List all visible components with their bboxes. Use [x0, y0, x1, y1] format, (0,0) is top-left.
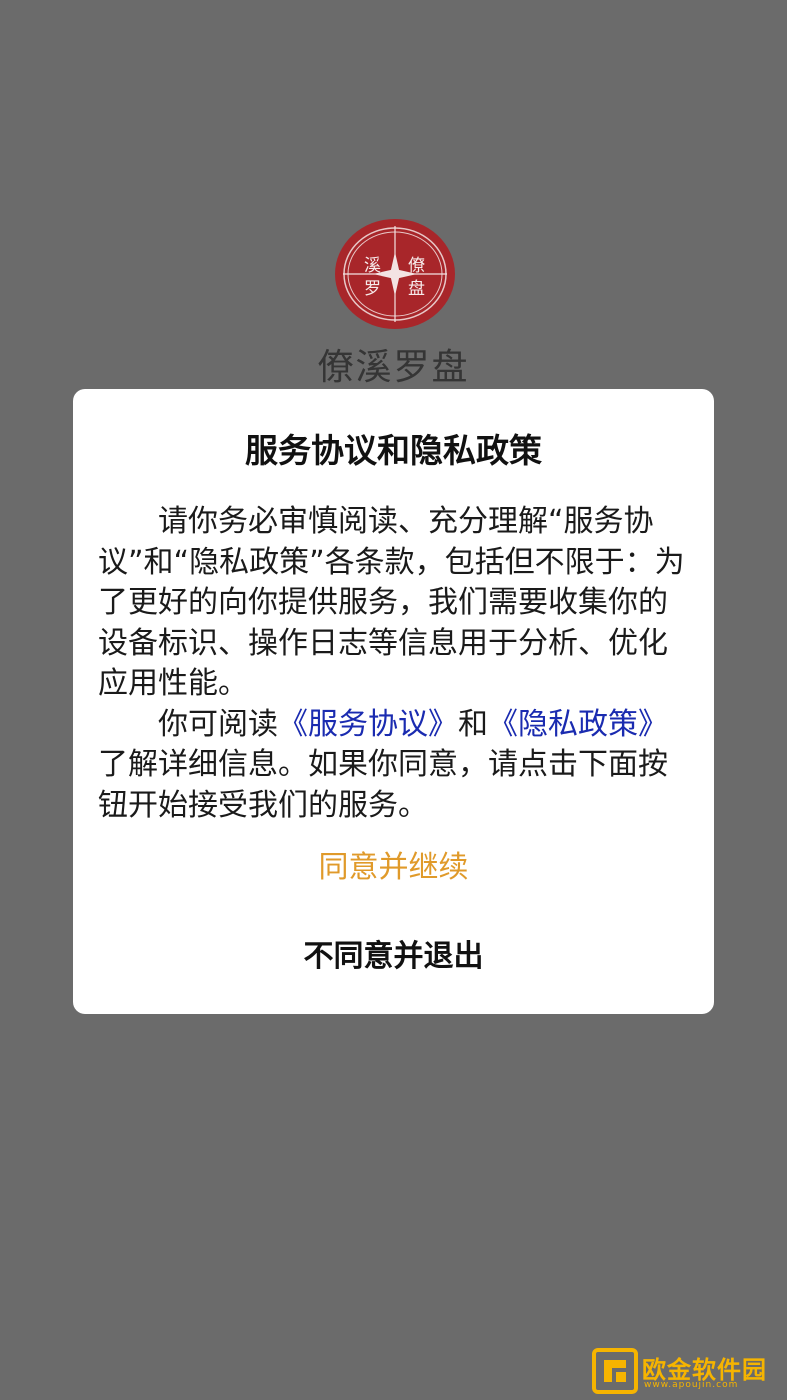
paragraph-2-suffix: 了解详细信息。如果你同意，请点击下面按钮开始接受我们的服务。: [98, 747, 668, 823]
paragraph-2-and: 和: [458, 706, 488, 742]
app-logo: 僚 溪 罗 盘: [335, 219, 455, 329]
disagree-exit-button[interactable]: 不同意并退出: [73, 934, 714, 980]
logo-char-3: 罗: [364, 279, 381, 299]
logo-char-4: 盘: [408, 279, 425, 299]
dialog-paragraph-1: 请你务必审慎阅读、充分理解“服务协议”和“隐私政策”各条款，包括但不限于：为了更…: [98, 504, 685, 701]
agree-continue-button[interactable]: 同意并继续: [73, 845, 714, 891]
service-agreement-link[interactable]: 《服务协议》: [278, 707, 458, 742]
paragraph-2-prefix: 你可阅读: [158, 706, 278, 742]
dialog-body: 请你务必审慎阅读、充分理解“服务协议”和“隐私政策”各条款，包括但不限于：为了更…: [98, 502, 694, 826]
privacy-policy-link[interactable]: 《隐私政策》: [488, 707, 668, 742]
watermark-logo-icon: [592, 1348, 638, 1394]
watermark-url: www.apoujin.com: [644, 1380, 739, 1390]
app-name: 僚溪罗盘: [317, 347, 470, 388]
watermark: 欧金软件园 www.apoujin.com: [592, 1348, 782, 1394]
dialog-paragraph-2: 你可阅读《服务协议》和《隐私政策》了解详细信息。如果你同意，请点击下面按钮开始接…: [98, 705, 694, 827]
logo-char-2: 溪: [364, 256, 381, 276]
dialog-title: 服务协议和隐私政策: [245, 431, 542, 470]
logo-char-1: 僚: [408, 256, 425, 276]
